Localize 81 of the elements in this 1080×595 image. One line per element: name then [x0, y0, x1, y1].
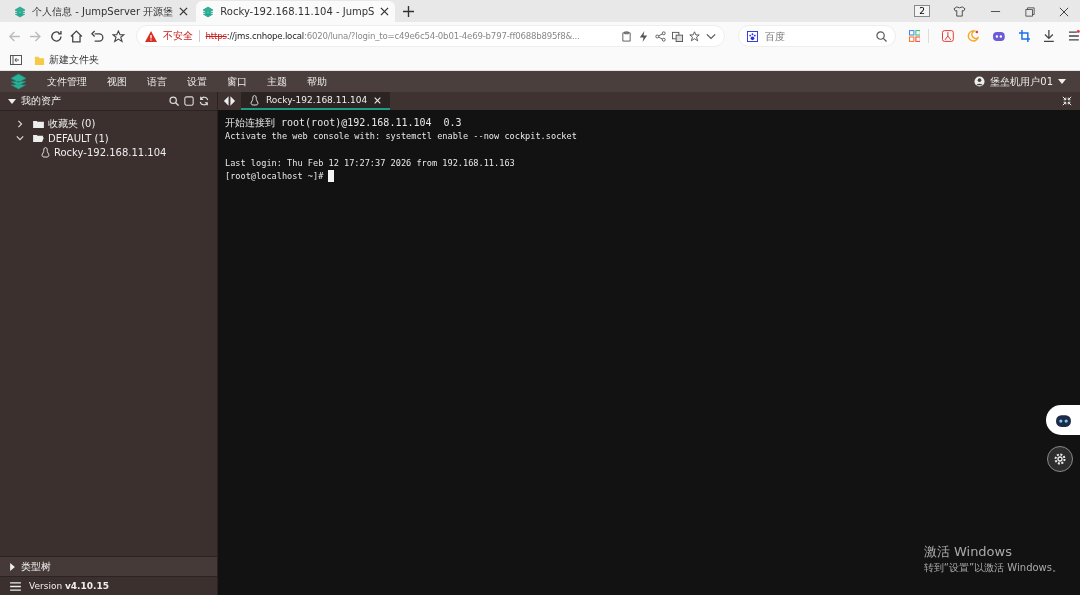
menu-item[interactable]: 窗口 [227, 74, 247, 89]
menu-icon[interactable] [1068, 30, 1080, 42]
share-icon[interactable] [655, 30, 667, 42]
menu-item[interactable]: 文件管理 [47, 74, 87, 89]
robot-icon[interactable] [991, 30, 1006, 42]
list-icon [10, 581, 21, 591]
crop-icon[interactable] [1018, 30, 1031, 42]
moon-icon[interactable] [967, 30, 979, 42]
penguin-icon [41, 146, 50, 158]
type-tree-header[interactable]: 类型树 [10, 559, 51, 574]
paw-icon [747, 30, 759, 42]
star-icon[interactable] [689, 30, 701, 42]
pdf-icon[interactable] [942, 30, 955, 42]
sidebar-toggle-icon[interactable] [10, 55, 22, 65]
activation-text: 转到“设置”以激活 Windows。 [923, 561, 1062, 575]
close-icon[interactable] [179, 7, 189, 16]
shirt-icon[interactable] [953, 6, 966, 17]
chevron-icon[interactable] [16, 134, 24, 142]
activation-title: 激活 Windows [923, 543, 1013, 561]
caret-icon [10, 562, 15, 571]
square-icon[interactable] [184, 96, 194, 106]
tab-count[interactable]: 2 [914, 5, 930, 17]
address-bar[interactable]: 不安全 https://jms.cnhope.local:6020/luna/?login_to=c49e6c54-0b01-4e69-b797-ff0688b895f8&... [135, 25, 726, 47]
robot-icon [1054, 412, 1072, 428]
menu-item[interactable]: 设置 [187, 74, 207, 89]
menu-item[interactable]: 主题 [267, 74, 287, 89]
close-icon[interactable] [1059, 7, 1069, 17]
warning-icon [144, 30, 157, 42]
folder-icon [34, 54, 45, 66]
bookmark-folder[interactable]: 新建文件夹 [34, 53, 99, 67]
terminal-line: 开始连接到 root(root)@192.168.11.104 0.3 [225, 115, 462, 130]
browser-tab[interactable]: 个人信息 - JumpServer 开源堡 [8, 1, 195, 22]
user-menu[interactable]: 堡垒机用户01 [974, 74, 1066, 89]
session-tab[interactable]: Rocky-192.168.11.104 [241, 92, 391, 110]
chevron-down-icon[interactable] [706, 31, 717, 41]
close-icon[interactable] [380, 7, 390, 16]
undo-icon[interactable] [91, 29, 104, 43]
search-icon[interactable] [875, 30, 887, 42]
folder-icon [33, 119, 44, 129]
translate-icon[interactable] [672, 30, 684, 42]
tree-item[interactable]: 收藏夹 (0) [48, 117, 96, 131]
chevron-icon[interactable] [16, 120, 24, 128]
settings-button[interactable] [1047, 446, 1073, 472]
collapse-icon[interactable] [1062, 96, 1072, 106]
restore-icon[interactable] [1025, 7, 1035, 17]
search-input[interactable]: 百度 [763, 29, 871, 43]
caret-icon [8, 98, 16, 104]
apps-grid-icon[interactable] [908, 30, 921, 42]
caret-icon [1058, 79, 1066, 84]
url-text: https://jms.cnhope.local:6020/luna/?login_to=c49e6c54-0b01-4e69-b797-ff0688b895f8&... [205, 31, 581, 41]
scroll-arrows-icon[interactable] [223, 96, 236, 106]
menu-item[interactable]: 视图 [107, 74, 127, 89]
layers-logo-icon[interactable] [10, 73, 27, 90]
new-tab-icon[interactable] [403, 6, 415, 17]
terminal-line: [root@localhost ~]# [225, 170, 325, 181]
home-icon[interactable] [70, 29, 84, 43]
download-icon[interactable] [1043, 30, 1056, 42]
clipboard-icon[interactable] [621, 30, 633, 42]
tree-item[interactable]: Rocky-192.168.11.104 [54, 146, 167, 158]
reload-icon[interactable] [49, 29, 63, 43]
settings-icon [1053, 452, 1067, 466]
search-field[interactable]: 百度 [738, 25, 896, 47]
star-icon[interactable] [111, 29, 125, 43]
search-icon[interactable] [169, 96, 179, 106]
menu-item[interactable]: 帮助 [307, 74, 327, 89]
version-text: Version v4.10.15 [29, 581, 109, 591]
terminal-cursor [328, 169, 335, 182]
terminal-line: Activate the web console with: systemctl enable --now cockpit.socket [225, 130, 577, 141]
assistant-button[interactable] [1046, 405, 1080, 435]
tree-item[interactable]: DEFAULT (1) [48, 132, 109, 144]
menu-item[interactable]: 语言 [147, 74, 167, 89]
penguin-icon [250, 94, 259, 106]
refresh-icon[interactable] [199, 96, 209, 106]
layers-logo-icon [14, 5, 26, 18]
user-icon [974, 76, 986, 87]
security-label: 不安全 [162, 29, 193, 43]
folder-icon [33, 133, 44, 143]
terminal-line: Last login: Thu Feb 12 17:27:37 2026 from 192.168.11.163 [225, 157, 515, 168]
layers-logo-icon [202, 5, 215, 18]
browser-tab[interactable]: Rocky-192.168.11.104 - JumpS [196, 1, 396, 22]
sidebar-title[interactable]: 我的资产 [8, 94, 61, 108]
